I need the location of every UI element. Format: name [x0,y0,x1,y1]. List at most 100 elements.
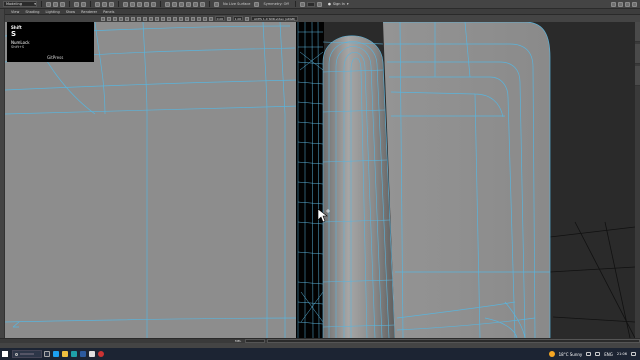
edge-icon [52,351,59,357]
select-input-icon[interactable] [299,1,305,7]
panel-menu-lighting[interactable]: Lighting [46,10,60,14]
chevron-down-icon: ▾ [34,2,36,6]
redo-icon[interactable] [81,1,86,7]
history-icon[interactable] [165,1,170,7]
make-live-icon[interactable] [151,1,156,7]
gamma-field[interactable]: 1.00 [233,16,243,21]
sign-in-button[interactable]: ● Sign In ▾ [328,2,349,6]
viewport[interactable] [5,22,635,338]
key-press-label: GitPress [47,55,64,60]
open-scene-icon[interactable] [53,1,58,7]
render-icon[interactable] [172,1,177,7]
hypershade-icon[interactable] [193,1,198,7]
taskbar-app-explorer[interactable] [60,348,69,360]
gap-region [296,22,324,338]
taskbar-app-photoshop[interactable] [78,348,87,360]
select-by-hierarchy-icon[interactable] [95,1,100,7]
safe-action-icon[interactable] [155,16,159,21]
select-by-object-icon[interactable] [102,1,107,7]
menu-set-label: Modeling [6,2,22,6]
textured-icon[interactable] [179,16,183,21]
gamma-icon[interactable] [227,16,231,21]
panel-menu-shading[interactable]: Shading [25,10,39,14]
wireframe-icon[interactable] [161,16,165,21]
toolbar-divider [209,1,210,7]
volume-icon[interactable] [595,352,601,356]
sign-in-label: Sign In [332,2,345,6]
bookmark-icon[interactable] [113,16,117,21]
image-plane-icon[interactable] [119,16,123,21]
attribute-editor-icon[interactable] [618,1,623,7]
live-surface-label[interactable]: No Live Surface [221,2,252,6]
gate-mask-icon[interactable] [143,16,147,21]
weather-sun-icon [548,351,555,357]
panel-menu-renderer[interactable]: Renderer [81,10,97,14]
resolution-gate-icon[interactable] [137,16,141,21]
mouse-cursor-icon [318,209,330,223]
taskbar-search[interactable] [12,350,42,358]
taskbar-clock[interactable]: 21:06 [617,352,627,356]
weather-text[interactable]: 18°C Sunny [559,352,583,357]
film-gate-icon[interactable] [131,16,135,21]
camera-icon[interactable] [101,16,105,21]
task-view-button[interactable] [42,348,51,360]
panel-menu-panels[interactable]: Panels [103,10,114,14]
isolate-select-icon[interactable] [203,16,207,21]
tool-settings-icon[interactable] [625,1,630,7]
tab-modeling-toolkit[interactable] [635,66,640,86]
channel-box-icon[interactable] [632,1,637,7]
panel-menu-show[interactable]: Show [66,10,75,14]
tab-attribute-editor[interactable] [635,44,640,64]
windows-taskbar: 18°C Sunny ENG 21:06 [0,348,640,360]
smooth-shade-icon[interactable] [167,16,171,21]
notification-icon[interactable] [631,352,636,356]
menu-set-dropdown[interactable]: Modeling ▾ [3,1,37,7]
render-settings-icon[interactable] [186,1,191,7]
panel-toolbar: 0.00 1.00 ACES 1.0 SDR-video (sRGB) [5,15,640,22]
taskbar-app-record[interactable] [96,348,105,360]
live-surface-icon[interactable] [214,1,219,7]
field-chart-icon[interactable] [149,16,153,21]
grid-icon[interactable] [125,16,129,21]
symmetry-label[interactable]: Symmetry: Off [261,2,290,6]
color-management-icon[interactable] [245,16,249,21]
shadows-icon[interactable] [191,16,195,21]
lights-icon[interactable] [185,16,189,21]
exposure-field[interactable]: 0.00 [215,16,225,21]
snap-curve-icon[interactable] [130,1,135,7]
taskbar-app-maya[interactable] [69,348,78,360]
chevron-down-icon: ▾ [346,2,349,6]
toolbar-divider [118,1,119,7]
folder-icon [61,351,68,357]
panel-menu-view[interactable]: View [11,10,19,14]
viewport-scene [5,22,635,338]
modeling-toolkit-icon[interactable] [611,1,616,7]
status-line: Modeling ▾ No Live Surface Symmetry: Off… [0,0,640,9]
start-button[interactable] [0,348,10,360]
taskbar-app-edge[interactable] [51,348,60,360]
wireframe-on-shaded-icon[interactable] [173,16,177,21]
network-icon[interactable] [586,352,592,356]
rename-icon[interactable] [316,1,322,7]
arnold-render-view-icon[interactable] [200,1,205,7]
ambient-occlusion-icon[interactable] [197,16,201,21]
xray-icon[interactable] [209,16,213,21]
camera-attributes-icon[interactable] [107,16,111,21]
select-by-component-icon[interactable] [109,1,114,7]
new-scene-icon[interactable] [46,1,51,7]
maya-icon [70,351,77,357]
key-mode-line: Shift [11,25,22,30]
view-transform-dropdown[interactable]: ACES 1.0 SDR-video (sRGB) [251,16,299,21]
ipr-render-icon[interactable] [179,1,184,7]
taskbar-app-media[interactable] [87,348,96,360]
input-field[interactable] [306,1,315,7]
snap-view-plane-icon[interactable] [144,1,149,7]
symmetry-icon[interactable] [254,1,260,7]
search-box [20,353,34,355]
undo-icon[interactable] [74,1,79,7]
save-scene-icon[interactable] [60,1,65,7]
tab-channel-box[interactable] [635,22,640,42]
snap-point-icon[interactable] [137,1,142,7]
language-indicator[interactable]: ENG [604,352,613,357]
snap-grid-icon[interactable] [123,1,128,7]
